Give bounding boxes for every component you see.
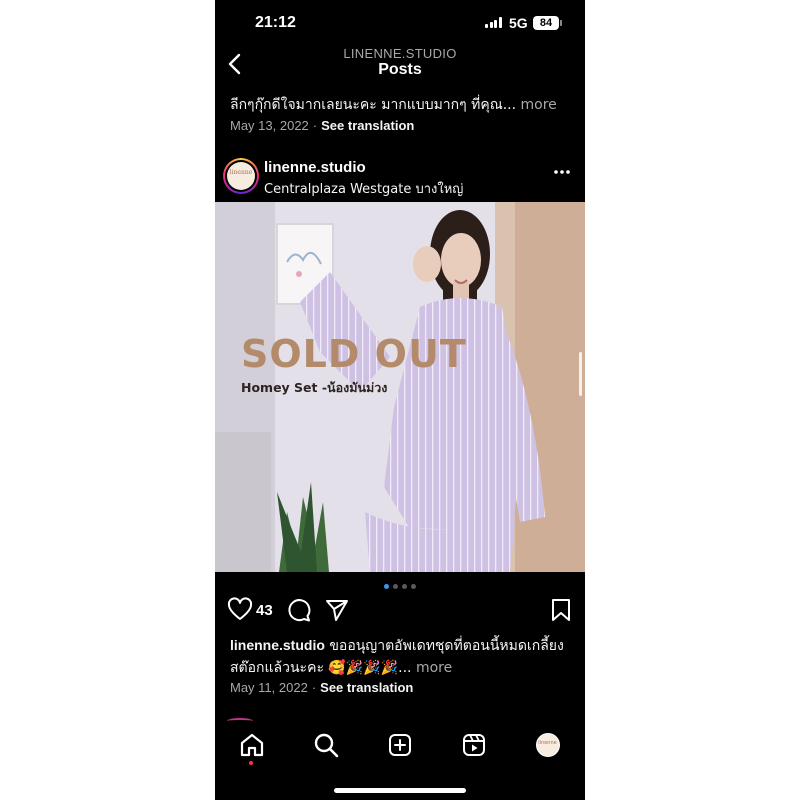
comment-icon[interactable] — [286, 597, 312, 623]
more-link[interactable]: more — [416, 660, 452, 676]
top-navigation: LINENNE.STUDIO Posts — [215, 44, 585, 84]
product-subline: Homey Set -น้องมันม่วง — [241, 380, 387, 395]
post-date: May 11, 2022 — [230, 680, 308, 695]
home-icon[interactable] — [238, 731, 266, 759]
phone-screen: 21:12 5G 84 LINENNE.STUDIO Posts ลีกๆกุ๊… — [215, 0, 585, 800]
send-icon[interactable] — [324, 597, 350, 623]
see-translation-link[interactable]: See translation — [320, 680, 413, 695]
previous-post-caption[interactable]: ลีกๆกุ๊กดีใจมากเลยนะคะ มากแบบมากๆ ที่คุณ… — [230, 94, 575, 116]
post-date: May 13, 2022 — [230, 118, 309, 133]
avatar-logo-text: linenne — [229, 169, 253, 176]
post-photo-illustration: SOLD OUT Homey Set -น้องมันม่วง — [215, 202, 585, 572]
profile-avatar[interactable]: linenne — [536, 733, 560, 757]
reels-icon[interactable] — [460, 731, 488, 759]
carousel-dot — [393, 584, 398, 589]
more-horizontal-icon[interactable] — [553, 169, 571, 175]
sold-out-headline: SOLD OUT — [241, 332, 467, 376]
like-count[interactable]: 43 — [256, 602, 273, 619]
carousel-dot — [402, 584, 407, 589]
meta-separator: · — [312, 118, 318, 133]
heart-icon[interactable] — [227, 597, 253, 623]
previous-caption-text: ลีกๆกุ๊กดีใจมากเลยนะคะ มากแบบมากๆ ที่คุณ… — [230, 97, 517, 113]
signal-icon — [485, 17, 502, 28]
post-header: linenne linenne.studio Centralplaza West… — [215, 155, 585, 199]
previous-post-meta: May 13, 2022 · See translation — [230, 118, 414, 133]
post-location[interactable]: Centralplaza Westgate บางใหญ่ — [264, 178, 463, 199]
profile-avatar-text: linenne — [538, 740, 557, 746]
meta-separator: · — [311, 680, 317, 695]
post-actions: 43 — [215, 597, 585, 627]
home-indicator[interactable] — [334, 788, 466, 793]
battery-icon: 84 — [533, 16, 562, 30]
search-icon[interactable] — [312, 731, 340, 759]
post-caption[interactable]: linenne.studio ขออนุญาตอัพเดทชุดที่ตอนนี… — [230, 634, 575, 679]
post-image[interactable]: SOLD OUT Homey Set -น้องมันม่วง — [215, 202, 585, 572]
avatar[interactable]: linenne — [223, 158, 259, 194]
carousel-dot-active — [384, 584, 389, 589]
notification-dot — [249, 761, 253, 765]
status-bar: 21:12 5G 84 — [215, 0, 585, 48]
post-username[interactable]: linenne.studio — [264, 159, 366, 176]
status-time: 21:12 — [255, 14, 296, 31]
more-link[interactable]: more — [521, 97, 557, 113]
bookmark-icon[interactable] — [548, 597, 574, 623]
post-meta: May 11, 2022 · See translation — [230, 680, 413, 695]
caption-username[interactable]: linenne.studio — [230, 637, 325, 653]
carousel-indicator — [215, 584, 585, 589]
create-icon[interactable] — [386, 731, 414, 759]
see-translation-link[interactable]: See translation — [321, 118, 414, 133]
carousel-dot — [411, 584, 416, 589]
page-title: Posts — [378, 61, 422, 78]
network-type: 5G — [509, 15, 528, 31]
account-name-header: LINENNE.STUDIO — [343, 46, 457, 61]
